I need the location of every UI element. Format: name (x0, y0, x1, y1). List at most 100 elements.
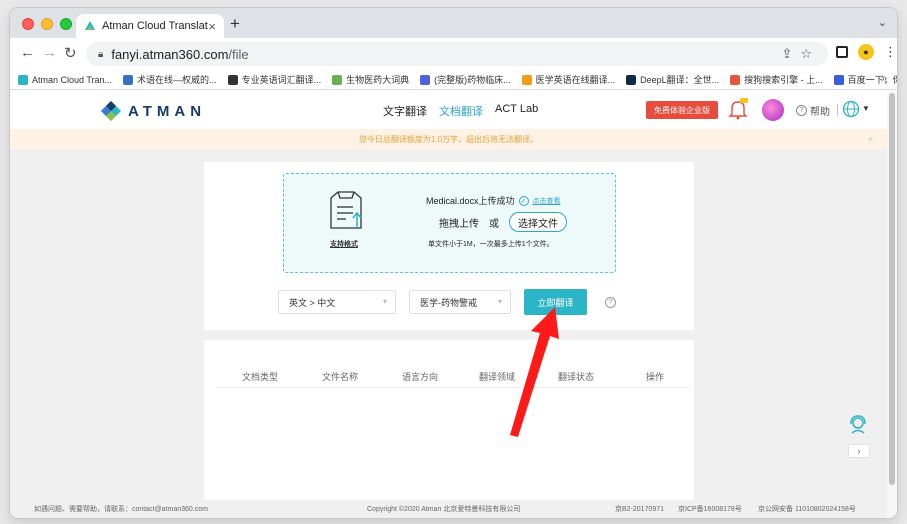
bookmarks-bar: Atman Cloud Tran... 术语在线—权威的... 专业英语词汇翻译..… (10, 70, 897, 90)
or-text: 或 (489, 218, 499, 230)
atman-logo-icon (101, 101, 121, 121)
share-star-icons[interactable]: ⇪☆ (781, 46, 820, 62)
reload-icon[interactable]: ↻ (64, 44, 77, 62)
bookmark-label: DeepL翻译：全世... (640, 75, 720, 85)
browser-toolbar: ← → ↻ 🔒︎ fanyi.atman360.com/file ⇪☆ ● ⋮ (10, 38, 897, 70)
notice-text: 您今日总翻译额度为1.0万字，超出后将无法翻译。 (358, 134, 539, 144)
language-caret-icon[interactable]: ▼ (862, 104, 870, 113)
bookmark-label: 医学英语在线翻译... (535, 75, 616, 85)
bookmark-label: 术语在线—权威的... (137, 75, 217, 85)
bookmark-favicon-icon (18, 74, 28, 85)
minimize-window-button[interactable] (41, 18, 53, 30)
bookmark-label: 生物医药大词典 (346, 75, 410, 85)
file-table-card: 文档类型 文件名称 语言方向 翻译领域 翻译状态 操作 (204, 340, 694, 500)
col-language: 语言方向 (402, 372, 439, 382)
check-circle-icon: ✓ (518, 195, 529, 206)
profile-avatar-icon[interactable]: ● (858, 44, 874, 60)
bookmark-label: Atman Cloud Tran... (32, 74, 113, 85)
upload-card: 支持格式 Medical.docx上传成功 ✓ 点击查看 拖拽上传 或 选择文件… (204, 162, 694, 330)
bookmark-favicon-icon (227, 74, 238, 85)
bookmark-favicon-icon (123, 74, 134, 85)
globe-icon[interactable] (842, 100, 860, 118)
bookmark-favicon-icon (833, 74, 844, 85)
nav-act-lab[interactable]: ACT Lab (495, 103, 538, 119)
bookmark-item[interactable]: Atman Cloud Tran... (18, 74, 113, 85)
bookmark-favicon-icon (521, 74, 532, 85)
address-bar[interactable]: 🔒︎ fanyi.atman360.com/file ⇪☆ (86, 42, 828, 66)
toolbar-right: ● ⋮ (836, 44, 897, 60)
back-arrow-icon[interactable]: ← (20, 44, 35, 61)
view-file-link[interactable]: 点击查看 (533, 196, 561, 206)
bookmark-item[interactable]: 医学英语在线翻译... (521, 73, 616, 86)
bookmark-favicon-icon (420, 74, 431, 85)
bookmark-item[interactable]: 生物医药大词典 (332, 73, 409, 86)
browser-tab[interactable]: Atman Cloud Translation × (76, 14, 224, 38)
bookmark-item[interactable]: DeepL翻译：全世... (626, 73, 719, 86)
bookmark-label: (完整版)药物临床... (434, 75, 511, 85)
language-pair-value: 英文 > 中文 (289, 297, 336, 308)
notice-close-icon[interactable]: × (868, 134, 873, 144)
bookmark-item[interactable]: 术语在线—权威的... (123, 73, 217, 86)
url-host: fanyi.atman360.com (111, 46, 229, 62)
col-doc-type: 文档类型 (242, 372, 279, 382)
footer-icp-3[interactable]: 京公网安备 11010802024158号 (758, 504, 856, 514)
side-panel-toggle[interactable]: › (848, 444, 870, 458)
red-arrow-annotation (510, 307, 559, 437)
footer-copyright: Copyright ©2020 Atman 北京爱特曼科技有限公司 (367, 506, 521, 513)
drag-upload-text: 拖拽上传 (439, 218, 479, 230)
help-label: 帮助 (810, 107, 830, 118)
domain-value: 医学-药物警戒 (420, 297, 477, 308)
bookmark-favicon-icon (332, 74, 343, 85)
footer-icp-2[interactable]: 京ICP备16008178号 (678, 504, 742, 514)
url-path: /file (228, 46, 249, 62)
bookmark-item[interactable]: 专业英语词汇翻译... (227, 73, 322, 86)
drag-upload-row: 拖拽上传 或 选择文件 (439, 212, 567, 232)
nav-text-translation[interactable]: 文字翻译 (383, 103, 427, 119)
header-separator: | (836, 102, 840, 116)
tab-search-chevron-icon[interactable]: ⌄ (878, 16, 887, 29)
site-footer: 如遇问题、需要帮助，请联系：contact@atman360.com Copyr… (10, 500, 887, 518)
browser-window: Atman Cloud Translation × + ⌄ ← → ↻ 🔒︎ f… (10, 8, 897, 518)
upload-status: Medical.docx上传成功 ✓ 点击查看 (426, 194, 561, 207)
user-avatar[interactable] (762, 99, 784, 121)
forward-arrow-icon[interactable]: → (42, 44, 57, 61)
sidepanel-icon[interactable] (836, 46, 848, 58)
footer-contact: 如遇问题、需要帮助，请联系：contact@atman360.com (34, 506, 208, 513)
choose-file-button[interactable]: 选择文件 (509, 212, 567, 232)
page-scrollbar[interactable] (887, 91, 897, 518)
language-pair-select[interactable]: 英文 > 中文 ▾ (278, 290, 396, 314)
scrollbar-thumb[interactable] (889, 93, 895, 485)
new-tab-button[interactable]: + (230, 14, 240, 34)
logo-text: ATMAN (128, 102, 207, 120)
tab-close-icon[interactable]: × (208, 19, 216, 34)
footer-icp-1[interactable]: 京B2-20170971 (615, 504, 664, 514)
maximize-window-button[interactable] (60, 18, 72, 30)
close-window-button[interactable] (22, 18, 34, 30)
tab-title: Atman Cloud Translation (102, 20, 208, 32)
atman-favicon-icon (85, 21, 95, 30)
page-content: ATMAN 文字翻译 文档翻译 ACT Lab 免费体验企业版 ? 帮助 | ▼… (10, 91, 897, 518)
bookmarks-more-icon[interactable]: » (881, 73, 887, 84)
chevron-down-icon: ▾ (382, 297, 387, 306)
site-header: ATMAN 文字翻译 文档翻译 ACT Lab 免费体验企业版 ? 帮助 | ▼ (10, 91, 887, 129)
main-nav: 文字翻译 文档翻译 ACT Lab (383, 103, 538, 119)
bookmark-favicon-icon (730, 74, 741, 85)
bookmark-label: 专业英语词汇翻译... (241, 75, 322, 85)
lock-icon: 🔒︎ (98, 48, 104, 60)
nav-document-translation[interactable]: 文档翻译 (439, 103, 483, 119)
bookmark-item[interactable]: 百度一下，你就知道 (833, 73, 897, 86)
enterprise-trial-button[interactable]: 免费体验企业版 (646, 101, 718, 119)
document-upload-icon (330, 191, 362, 229)
bookmark-item[interactable]: (完整版)药物临床... (420, 73, 511, 86)
bell-new-icon[interactable] (728, 97, 748, 121)
chevron-down-icon: ▾ (497, 297, 502, 306)
customer-service-icon[interactable] (847, 413, 869, 435)
bookmark-item[interactable]: 搜狗搜索引擎 - 上... (730, 73, 823, 86)
question-icon[interactable]: ? (605, 297, 616, 308)
upload-limit-text: 单文件小于1M，一次最多上传1个文件。 (428, 241, 554, 248)
upload-dropzone[interactable]: 支持格式 Medical.docx上传成功 ✓ 点击查看 拖拽上传 或 选择文件… (283, 173, 616, 273)
more-menu-icon[interactable]: ⋮ (884, 44, 897, 60)
atman-logo[interactable]: ATMAN (100, 100, 206, 122)
help-link[interactable]: ? 帮助 (796, 103, 830, 118)
supported-formats-link[interactable]: 支持格式 (330, 239, 358, 249)
